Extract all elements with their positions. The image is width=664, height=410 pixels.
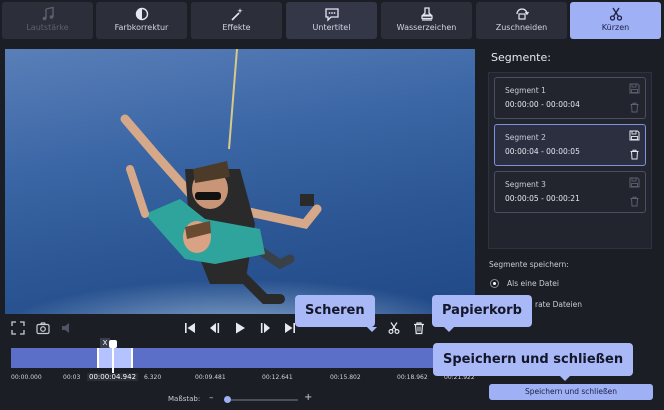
tool-label: Wasserzeichen bbox=[396, 23, 457, 32]
timeline-tick: 6.320 bbox=[144, 374, 162, 381]
tool-label: Untertitel bbox=[312, 23, 351, 32]
magic-wand-icon bbox=[230, 8, 243, 21]
timeline-track[interactable] bbox=[11, 348, 477, 368]
segment-name: Segment 3 bbox=[505, 180, 546, 189]
tool-toolbar: Lautstärke Farbkorrektur Effekte Unterti… bbox=[0, 0, 664, 42]
play-icon bbox=[236, 322, 245, 334]
scissors-icon bbox=[609, 7, 622, 21]
tool-label: Kürzen bbox=[601, 23, 630, 32]
segment-name: Segment 1 bbox=[505, 86, 546, 95]
tool-label: Lautstärke bbox=[26, 23, 69, 32]
skip-start-icon bbox=[185, 323, 195, 333]
tooltip-arrow bbox=[367, 327, 377, 332]
volume-icon bbox=[62, 323, 69, 333]
tooltip-save-close: Speichern und schließen bbox=[433, 343, 634, 381]
zoom-in-button[interactable]: + bbox=[304, 392, 312, 403]
snapshot-button[interactable] bbox=[36, 320, 50, 335]
tooltip-arrow bbox=[560, 376, 570, 381]
volume-button[interactable] bbox=[60, 320, 74, 334]
snapshot-icon bbox=[36, 322, 50, 335]
trash-icon[interactable] bbox=[629, 196, 640, 207]
tool-label: Farbkorrektur bbox=[114, 23, 169, 32]
segment-item[interactable]: Segment 1 00:00:00 - 00:00:04 bbox=[494, 77, 646, 119]
playhead-handle[interactable] bbox=[109, 340, 117, 348]
color-correction-icon bbox=[135, 7, 148, 21]
segments-title: Segmente: bbox=[491, 51, 551, 64]
video-editor-window: Lautstärke Farbkorrektur Effekte Unterti… bbox=[0, 0, 664, 410]
music-note-icon bbox=[42, 6, 54, 21]
timeline-tick: 00:09.481 bbox=[195, 374, 226, 381]
tool-label: Effekte bbox=[222, 23, 251, 32]
tooltip-arrow bbox=[444, 327, 454, 332]
save-segments-header: Segmente speichern: bbox=[489, 260, 569, 269]
segment-list: Segment 1 00:00:00 - 00:00:04 Segment 2 … bbox=[488, 72, 652, 249]
segment-time: 00:00:05 - 00:00:21 bbox=[505, 194, 580, 203]
zoom-slider-handle[interactable] bbox=[224, 396, 231, 403]
timeline-tick: 00:15.802 bbox=[330, 374, 361, 381]
zoom-out-button[interactable]: – bbox=[209, 393, 214, 403]
radio-label: Als eine Datei bbox=[507, 279, 559, 288]
trash-icon[interactable] bbox=[629, 149, 640, 160]
timeline-tick: 00:00.000 bbox=[11, 374, 42, 381]
save-icon[interactable] bbox=[629, 130, 640, 141]
play-button[interactable] bbox=[233, 320, 247, 334]
crop-rotate-icon bbox=[515, 8, 529, 20]
prev-frame-button[interactable] bbox=[208, 320, 222, 334]
segment-time: 00:00:00 - 00:00:04 bbox=[505, 100, 580, 109]
delete-segment-button[interactable] bbox=[412, 320, 426, 335]
tool-color-correction[interactable]: Farbkorrektur bbox=[96, 2, 187, 39]
tool-crop[interactable]: Zuschneiden bbox=[476, 2, 567, 39]
tool-subtitles[interactable]: Untertitel bbox=[286, 2, 377, 39]
selected-segment-range[interactable] bbox=[97, 348, 133, 368]
timeline-tick: 00:12.641 bbox=[262, 374, 293, 381]
segment-item-selected[interactable]: Segment 2 00:00:04 - 00:00:05 bbox=[494, 124, 646, 166]
tool-effects[interactable]: Effekte bbox=[191, 2, 282, 39]
speech-bubble-icon bbox=[324, 8, 339, 22]
segment-name: Segment 2 bbox=[505, 133, 546, 142]
prev-frame-icon bbox=[210, 323, 220, 333]
stamp-icon bbox=[420, 7, 433, 21]
tooltip-text: Speichern und schließen bbox=[443, 352, 624, 367]
tool-watermark[interactable]: Wasserzeichen bbox=[381, 2, 472, 39]
tooltip-text: Papierkorb bbox=[442, 303, 522, 318]
video-preview[interactable] bbox=[5, 49, 475, 314]
trash-icon bbox=[414, 322, 424, 335]
cut-button[interactable] bbox=[387, 320, 401, 335]
tool-label: Zuschneiden bbox=[495, 23, 548, 32]
radio-label: rate Dateien bbox=[535, 300, 582, 309]
skip-to-start-button[interactable] bbox=[183, 320, 197, 334]
segment-time: 00:00:04 - 00:00:05 bbox=[505, 147, 580, 156]
tooltip-trash: Papierkorb bbox=[432, 295, 532, 332]
segment-item[interactable]: Segment 3 00:00:05 - 00:00:21 bbox=[494, 171, 646, 213]
tool-trim[interactable]: Kürzen bbox=[570, 2, 661, 39]
save-and-close-button[interactable]: Speichern und schließen bbox=[489, 384, 653, 400]
next-frame-button[interactable] bbox=[258, 320, 272, 334]
trash-icon[interactable] bbox=[629, 102, 640, 113]
fullscreen-button[interactable] bbox=[11, 320, 25, 335]
tooltip-text: Scheren bbox=[305, 303, 365, 318]
playhead[interactable] bbox=[112, 344, 114, 374]
scissors-icon bbox=[388, 322, 400, 335]
tool-volume[interactable]: Lautstärke bbox=[2, 2, 93, 39]
next-frame-icon bbox=[260, 323, 270, 333]
timeline-tick: 00:03 bbox=[63, 374, 81, 381]
zoom-slider-track[interactable] bbox=[228, 399, 298, 401]
save-icon[interactable] bbox=[629, 177, 640, 188]
skydivers-image bbox=[120, 49, 322, 304]
fullscreen-icon bbox=[11, 321, 25, 335]
radio-single-file[interactable] bbox=[490, 279, 499, 288]
scale-label: Maßstab: bbox=[168, 395, 201, 403]
save-icon[interactable] bbox=[629, 83, 640, 94]
current-time-label: 00:00:04.942 bbox=[87, 373, 139, 381]
tooltip-scissors: Scheren bbox=[295, 295, 377, 332]
timeline-tick: 00:18.962 bbox=[397, 374, 428, 381]
